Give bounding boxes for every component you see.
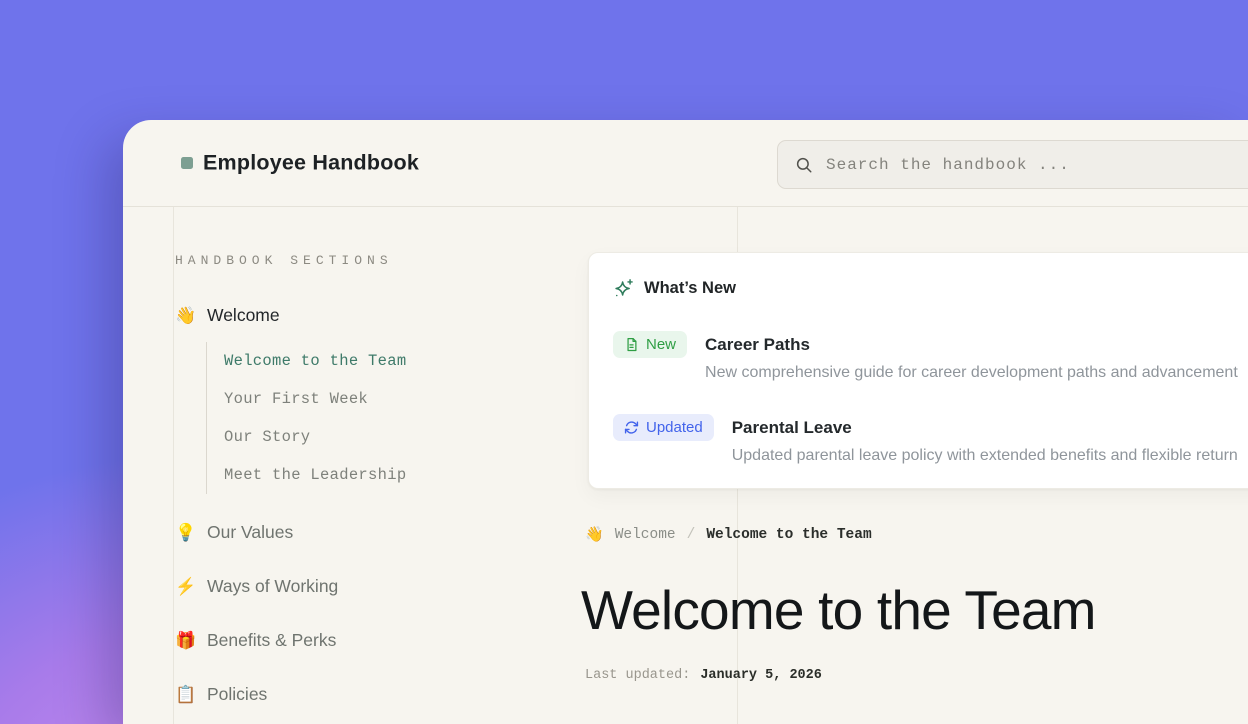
sidebar-item-label: Ways of Working (207, 576, 338, 597)
updated-badge: Updated (613, 414, 714, 441)
last-updated-date: January 5, 2026 (700, 665, 822, 687)
breadcrumb: 👋 Welcome / Welcome to the Team (585, 521, 872, 549)
waving-hand-emoji-icon: 👋 (175, 307, 196, 324)
waving-hand-emoji-icon: 👋 (585, 528, 604, 543)
whats-new-item-career-paths[interactable]: New Career Paths New comprehensive guide… (613, 331, 1248, 384)
app-logo-icon (181, 157, 193, 169)
last-updated: Last updated: January 5, 2026 (585, 665, 822, 687)
badge-label: New (646, 336, 676, 353)
app-body: HANDBOOK SECTIONS 👋 Welcome Welcome to t… (123, 207, 1248, 724)
search-box[interactable] (777, 140, 1248, 189)
sidebar: HANDBOOK SECTIONS 👋 Welcome Welcome to t… (175, 207, 575, 707)
left-column-rule (173, 207, 174, 724)
sidebar-subitem-welcome-to-the-team[interactable]: Welcome to the Team (224, 342, 575, 380)
whats-new-card: What’s New New Career Paths New comprehe… (588, 252, 1248, 489)
whats-new-title: What’s New (644, 279, 736, 298)
sidebar-item-label: Welcome (207, 305, 280, 326)
breadcrumb-separator: / (687, 527, 696, 543)
sidebar-item-policies[interactable]: 📋 Policies (175, 681, 575, 707)
whats-new-item-text: Career Paths New comprehensive guide for… (705, 331, 1238, 384)
whats-new-item-text: Parental Leave Updated parental leave po… (732, 414, 1238, 467)
document-icon (624, 337, 639, 352)
whats-new-item-description: Updated parental leave policy with exten… (732, 445, 1238, 467)
breadcrumb-section-link[interactable]: Welcome (615, 527, 676, 543)
search-input[interactable] (826, 156, 1248, 174)
sidebar-section-list: 💡 Our Values ⚡ Ways of Working 🎁 Benefit… (175, 519, 575, 707)
sidebar-subitem-meet-the-leadership[interactable]: Meet the Leadership (224, 456, 575, 494)
page-title: Welcome to the Team (581, 573, 1096, 647)
sidebar-item-label: Our Values (207, 522, 293, 543)
clipboard-emoji-icon: 📋 (175, 686, 196, 703)
refresh-icon (624, 420, 639, 435)
sidebar-item-label: Benefits & Perks (207, 630, 336, 651)
search-icon (795, 156, 813, 174)
desktop-background: { "app": { "title": "Employee Handbook" … (0, 0, 1248, 724)
badge-label: Updated (646, 419, 703, 436)
sidebar-subitem-your-first-week[interactable]: Your First Week (224, 380, 575, 418)
lightning-emoji-icon: ⚡ (175, 578, 196, 595)
lightbulb-emoji-icon: 💡 (175, 524, 196, 541)
handbook-app-window: Employee Handbook HANDBOOK SECTIONS 👋 We… (123, 120, 1248, 724)
sidebar-heading: HANDBOOK SECTIONS (175, 253, 575, 268)
breadcrumb-current-page: Welcome to the Team (706, 527, 871, 543)
sidebar-item-label: Policies (207, 684, 267, 705)
whats-new-item-description: New comprehensive guide for career devel… (705, 362, 1238, 384)
sidebar-subitem-our-story[interactable]: Our Story (224, 418, 575, 456)
whats-new-item-parental-leave[interactable]: Updated Parental Leave Updated parental … (613, 414, 1248, 467)
whats-new-item-title: Career Paths (705, 331, 1238, 358)
sidebar-item-welcome[interactable]: 👋 Welcome (175, 302, 575, 328)
app-header: Employee Handbook (123, 120, 1248, 207)
last-updated-label: Last updated: (585, 665, 690, 687)
app-title: Employee Handbook (203, 151, 419, 176)
sidebar-sublist-welcome: Welcome to the Team Your First Week Our … (206, 342, 575, 494)
sparkle-icon (613, 278, 634, 299)
sidebar-item-benefits-perks[interactable]: 🎁 Benefits & Perks (175, 627, 575, 653)
gift-emoji-icon: 🎁 (175, 632, 196, 649)
sidebar-item-our-values[interactable]: 💡 Our Values (175, 519, 575, 545)
whats-new-header: What’s New (613, 277, 1248, 299)
new-badge: New (613, 331, 687, 358)
sidebar-item-ways-of-working[interactable]: ⚡ Ways of Working (175, 573, 575, 599)
whats-new-item-title: Parental Leave (732, 414, 1238, 441)
